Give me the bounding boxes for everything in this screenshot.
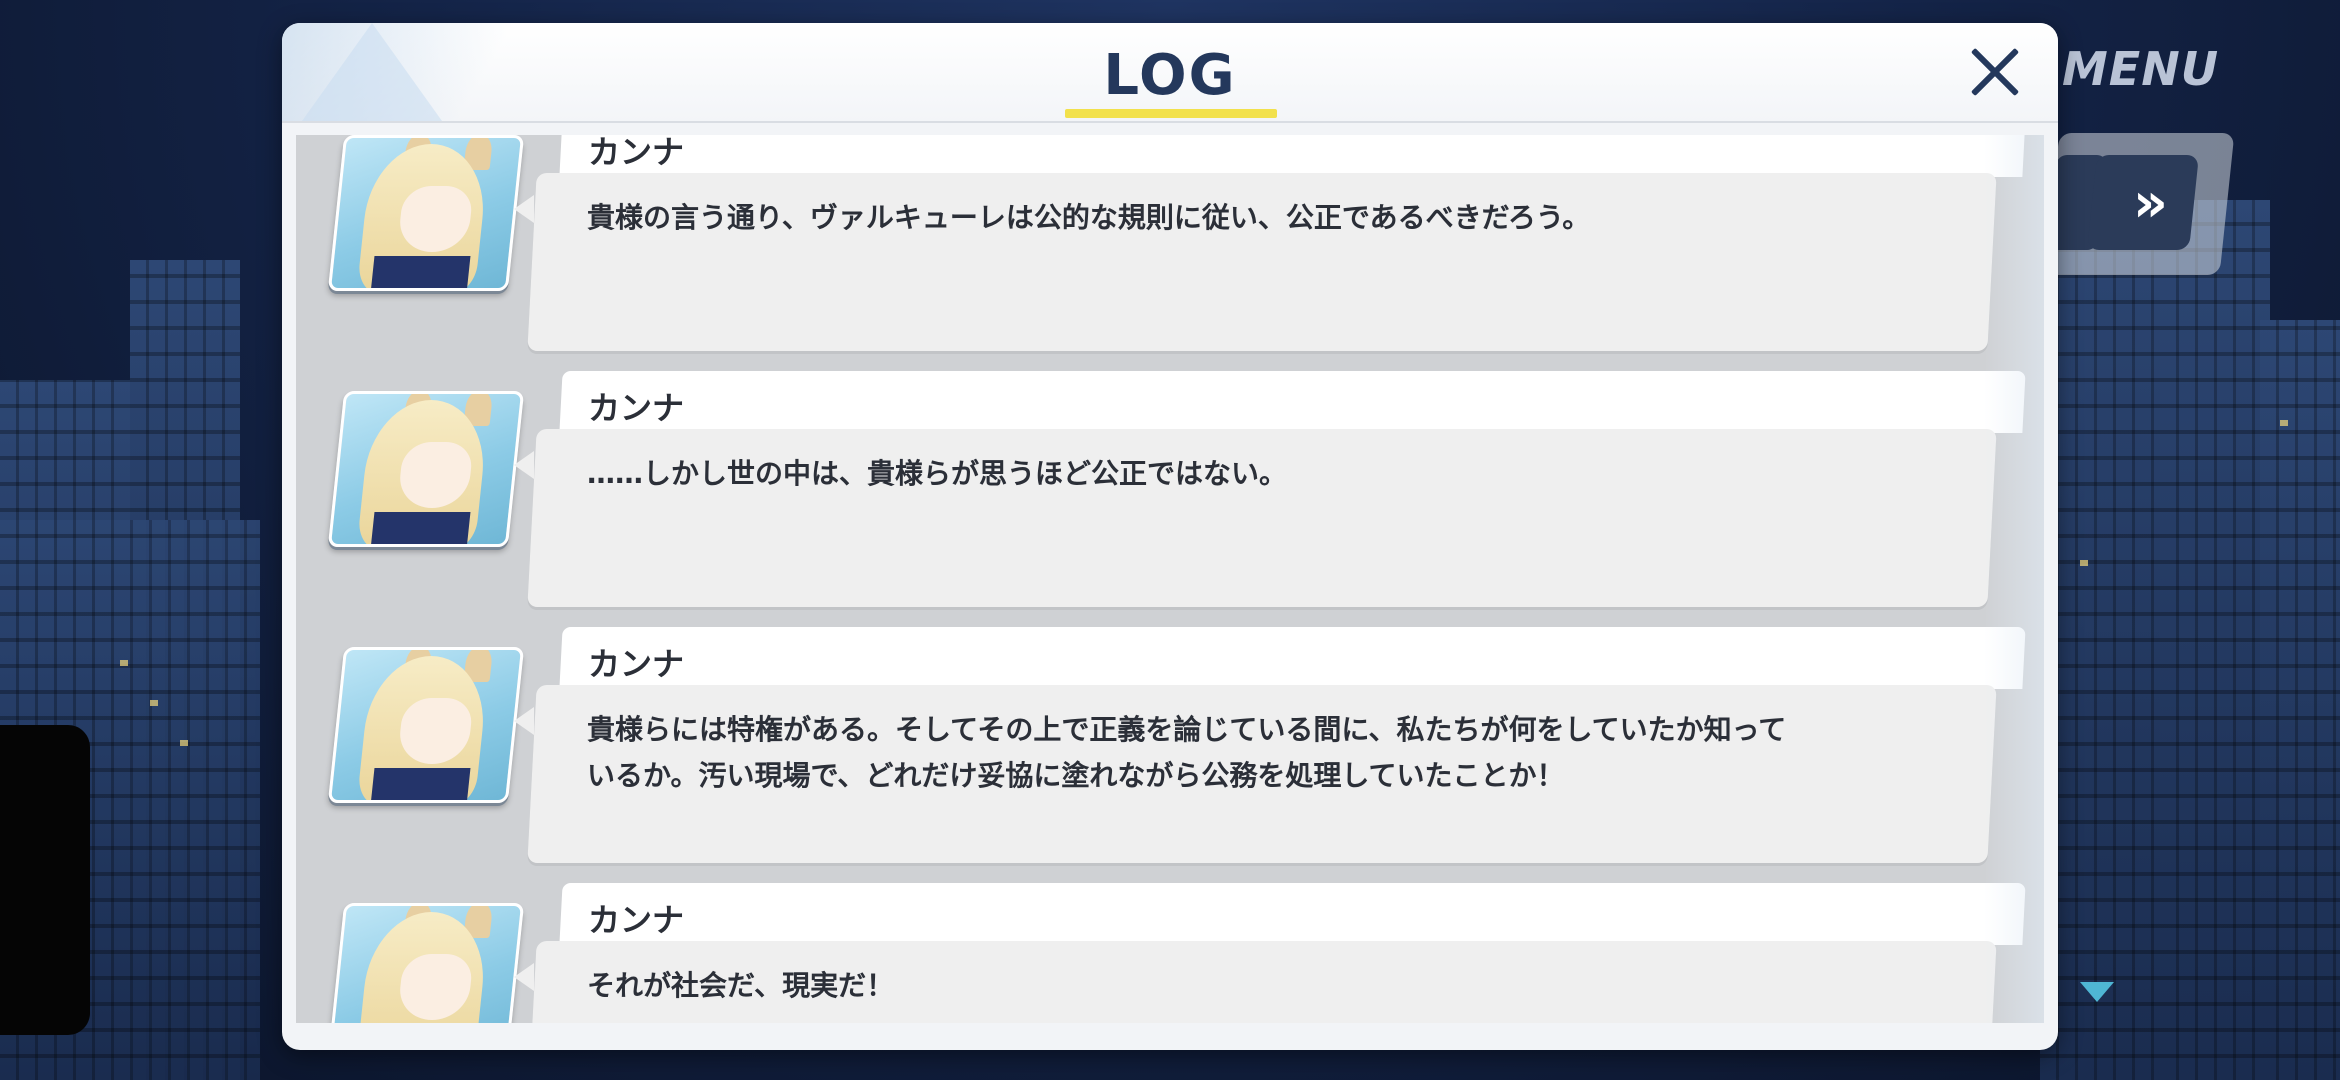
dialogue-pointer <box>514 963 534 991</box>
dialogue-text: 貴様の言う通り、ヴァルキューレは公的な規則に従い、公正であるべきだろう。 <box>587 201 1591 234</box>
building <box>2260 320 2340 1080</box>
dialogue-text: 貴様らには特権がある。そしてその上で正義を論じている間に、私たちが何をしていたか… <box>587 713 1787 792</box>
speaker-portrait <box>327 903 525 1023</box>
speaker-name: カンナ <box>588 135 685 171</box>
log-entry: カンナ 貴様らには特権がある。そしてその上で正義を論じている間に、私たちが何をし… <box>296 607 2044 863</box>
dialogue-pointer <box>514 451 534 479</box>
device-overlay-panel <box>0 725 90 1035</box>
window-light <box>150 700 158 706</box>
scroll-down-icon <box>2080 982 2114 1002</box>
modal-header: LOG <box>282 23 2058 123</box>
title-underline <box>1065 109 1277 118</box>
dialogue-pointer <box>514 707 534 735</box>
speaker-portrait <box>327 647 525 803</box>
window-light <box>2080 560 2088 566</box>
log-entry: カンナ 貴様の言う通り、ヴァルキューレは公的な規則に従い、公正であるべきだろう。 <box>296 135 2044 351</box>
speaker-portrait <box>327 135 525 291</box>
speaker-namebar <box>559 627 2026 689</box>
dialogue-text: それが社会だ、現実だ！ <box>587 969 895 1002</box>
log-modal: LOG カンナ 貴様の言う通り、ヴァルキューレは公的な規則に従い、公正であるべき… <box>282 23 2058 1050</box>
building <box>2160 200 2270 1080</box>
log-list[interactable]: カンナ 貴様の言う通り、ヴァルキューレは公的な規則に従い、公正であるべきだろう。… <box>296 135 2044 1023</box>
close-icon[interactable] <box>1962 39 2028 105</box>
speaker-name: カンナ <box>588 389 685 427</box>
window-light <box>2280 420 2288 426</box>
menu-button[interactable]: MENU <box>2062 42 2219 96</box>
fast-forward-icon: » <box>2132 171 2154 234</box>
window-light <box>180 740 188 746</box>
speaker-namebar <box>559 883 2026 945</box>
speaker-name: カンナ <box>588 901 685 939</box>
building <box>2040 180 2160 1080</box>
fast-forward-button[interactable]: » <box>2087 155 2199 250</box>
dialogue-pointer <box>514 195 534 223</box>
log-title: LOG <box>1103 43 1237 108</box>
log-entry: カンナ それが社会だ、現実だ！ <box>296 863 2044 1023</box>
dialogue-text: ……しかし世の中は、貴様らが思うほど公正ではない。 <box>587 457 1288 490</box>
speaker-name: カンナ <box>588 645 685 683</box>
speaker-namebar <box>559 135 2026 177</box>
log-entry: カンナ ……しかし世の中は、貴様らが思うほど公正ではない。 <box>296 351 2044 607</box>
window-light <box>120 660 128 666</box>
speaker-portrait <box>327 391 525 547</box>
speaker-namebar <box>559 371 2026 433</box>
